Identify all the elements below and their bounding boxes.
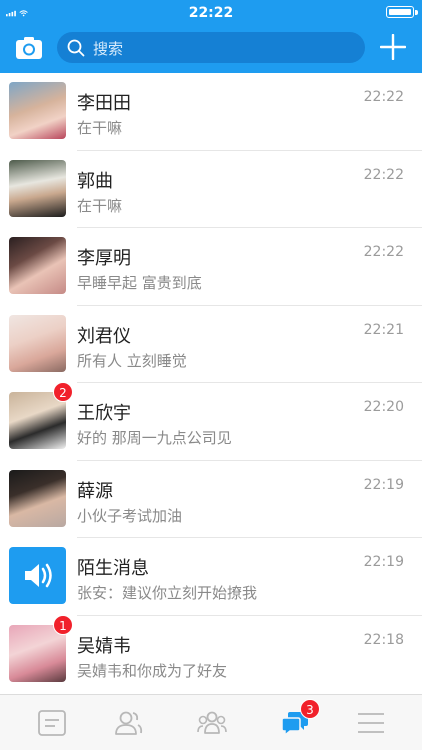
message-time: 22:19: [363, 554, 404, 570]
conversation-item[interactable]: 1 吴婧韦 吴婧韦和你成为了好友 22:18: [0, 614, 422, 693]
conversation-item[interactable]: 薛源 小伙子考试加油 22:19: [0, 460, 422, 538]
conversation-item[interactable]: 李田田 在干嘛 22:22: [0, 73, 422, 151]
conversation-item[interactable]: 刘君仪 所有人 立刻睡觉 22:21: [0, 305, 422, 383]
tab-notes[interactable]: [10, 695, 94, 750]
last-message: 吴婧韦和你成为了好友: [77, 661, 228, 680]
avatar: [9, 159, 66, 217]
search-placeholder: 搜索: [93, 40, 124, 58]
camera-icon[interactable]: [15, 36, 43, 60]
conversation-item[interactable]: 陌生消息 张安：建议你立刻开始撩我 22:19: [0, 538, 422, 616]
speaker-icon: [25, 563, 52, 588]
conversation-item[interactable]: 2 王欣宇 好的 那周一九点公司见 22:20: [0, 382, 422, 461]
avatar: [9, 82, 66, 139]
search-input[interactable]: 搜索: [57, 32, 365, 63]
conversation-list: 李田田 在干嘛 22:22 郭曲 在干嘛 22:22 李厚明 早睡早起 富贵到底…: [0, 73, 422, 693]
message-time: 22:22: [363, 166, 404, 183]
avatar: [9, 314, 66, 372]
conversation-item[interactable]: 郭曲 在干嘛 22:22: [0, 150, 422, 228]
last-message: 在干嘛: [77, 196, 123, 215]
message-time: 22:22: [363, 89, 404, 105]
avatar: [9, 237, 66, 294]
message-time: 22:19: [363, 476, 404, 493]
messages-badge: 3: [300, 699, 320, 719]
status-time: 22:22: [188, 5, 234, 21]
groups-icon: [197, 711, 227, 734]
contact-name: 薛源: [77, 480, 113, 502]
contact-name: 陌生消息: [77, 558, 149, 579]
contact-name: 王欣宇: [77, 403, 131, 424]
unread-badge: 1: [53, 614, 73, 635]
avatar: [9, 469, 66, 527]
conversation-item[interactable]: 李厚明 早睡早起 富贵到底 22:22: [0, 228, 422, 306]
contact-name: 李田田: [77, 93, 131, 114]
battery-icon: [386, 6, 418, 18]
message-time: 22:18: [363, 631, 404, 648]
contact-name: 李厚明: [77, 248, 131, 269]
last-message: 好的 那周一九点公司见: [77, 429, 232, 447]
status-bar: 22:22: [0, 0, 422, 26]
contacts-icon: [115, 711, 143, 735]
last-message: 在干嘛: [77, 119, 123, 137]
message-time: 22:20: [363, 399, 404, 415]
contact-name: 郭曲: [77, 170, 113, 192]
unread-badge: 2: [53, 382, 73, 402]
stranger-avatar: [9, 547, 66, 604]
contact-name: 吴婧韦: [77, 635, 131, 657]
tab-contacts[interactable]: [86, 695, 170, 750]
header-bar: 22:22 搜索: [0, 0, 422, 73]
message-time: 22:21: [363, 321, 404, 338]
message-time: 22:22: [363, 244, 404, 260]
tab-groups[interactable]: [170, 695, 254, 750]
notes-icon: [38, 710, 66, 736]
last-message: 小伙子考试加油: [77, 506, 183, 525]
last-message: 早睡早起 富贵到底: [77, 274, 202, 292]
search-icon: [67, 39, 85, 57]
menu-icon: [358, 713, 384, 733]
last-message: 所有人 立刻睡觉: [77, 351, 187, 370]
contact-name: 刘君仪: [77, 325, 131, 347]
tab-bar: 3: [0, 694, 422, 750]
tab-menu[interactable]: [329, 695, 413, 750]
last-message: 张安：建议你立刻开始撩我: [77, 584, 258, 602]
tab-messages[interactable]: 3: [253, 695, 337, 750]
add-icon[interactable]: [380, 34, 406, 60]
